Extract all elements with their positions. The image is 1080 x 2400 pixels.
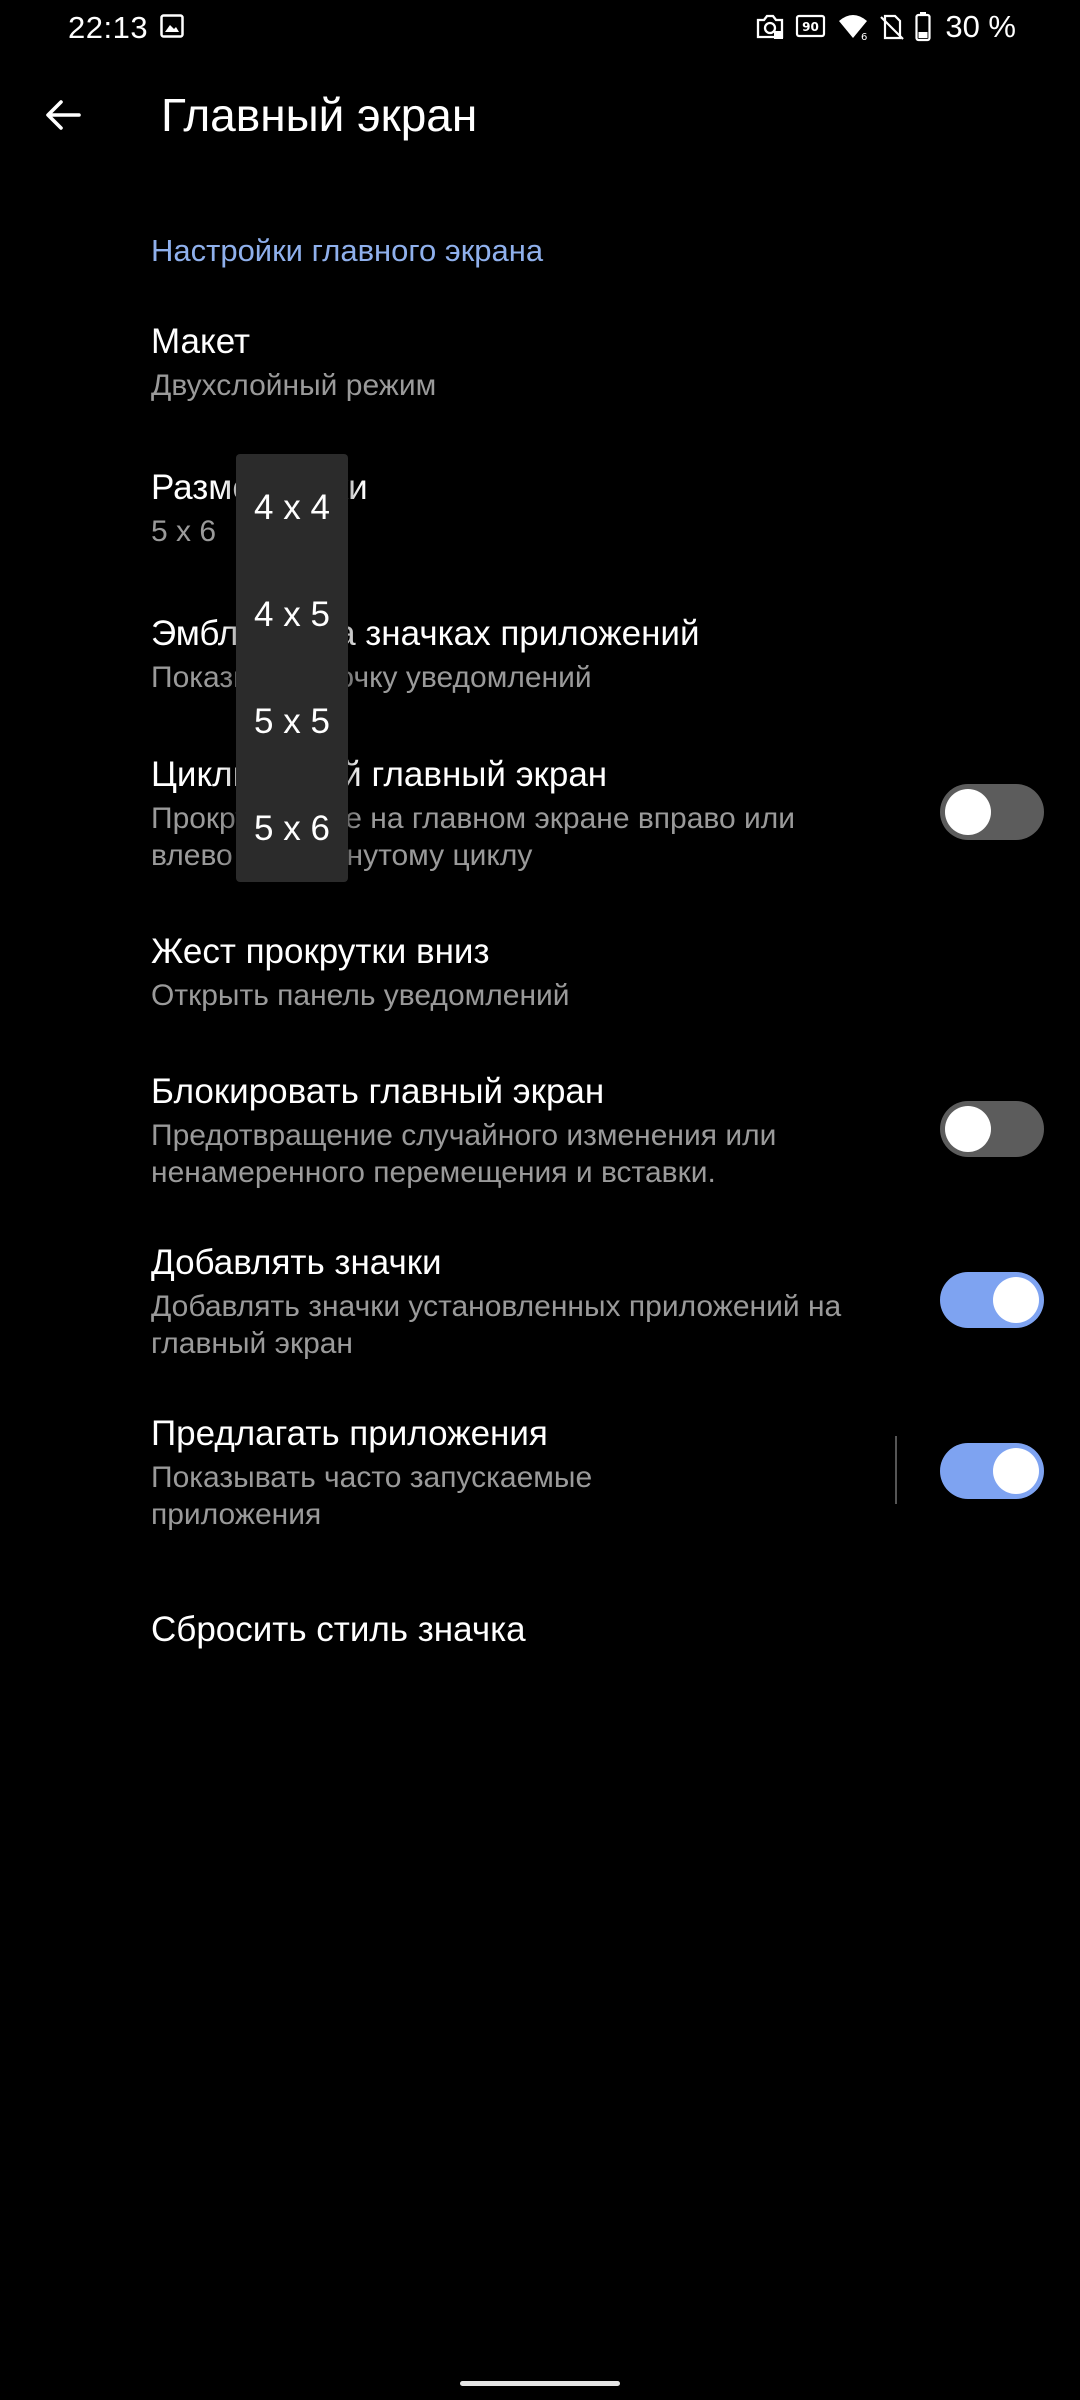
setting-title: Жест прокрутки вниз [151,932,490,971]
setting-summary: Предотвращение случайного изменения или … [151,1119,777,1189]
back-button[interactable] [28,80,98,150]
setting-title: Добавлять значки [151,1243,442,1282]
refresh-rate-label: 90 [802,20,819,34]
toggle-knob [993,1277,1039,1323]
setting-title: Сбросить стиль значка [151,1610,526,1649]
setting-lock-home[interactable]: Блокировать главный экран Предотвращение… [151,1071,871,1191]
setting-summary: Показывать часто запускаемые приложения [151,1461,593,1531]
refresh-rate-icon: 90 [795,13,827,41]
wifi-icon: 6 [837,13,869,41]
setting-title: Предлагать приложения [151,1414,548,1453]
nav-gesture-handle[interactable] [460,2381,620,2386]
setting-swipe-down[interactable]: Жест прокрутки вниз Открыть панель уведо… [151,931,911,1014]
toggle-knob [945,789,991,835]
grid-option-4x5[interactable]: 4 x 5 [236,561,348,668]
status-bar: 22:13 90 6 30 % [0,0,1080,54]
arrow-back-icon [46,100,81,130]
toggle-knob [993,1448,1039,1494]
setting-summary: Добавлять значки установленных приложени… [151,1290,842,1360]
setting-title: Макет [151,322,251,361]
setting-title: Блокировать главный экран [151,1072,605,1111]
battery-percent: 30 % [945,9,1016,44]
toggle-knob [945,1106,991,1152]
status-time: 22:13 [68,10,149,45]
screenshot-icon [755,13,785,41]
setting-suggest-apps[interactable]: Предлагать приложения Показывать часто з… [151,1413,871,1533]
setting-summary: Двухслойный режим [151,369,437,402]
grid-option-5x6[interactable]: 5 x 6 [236,775,348,882]
battery-icon [915,12,931,42]
add-icons-toggle[interactable] [940,1272,1044,1328]
svg-text:6: 6 [861,32,867,41]
grid-size-dropdown: 4 x 4 4 x 5 5 x 5 5 x 6 [236,454,348,882]
lock-home-toggle[interactable] [940,1101,1044,1157]
setting-layout[interactable]: Макет Двухслойный режим [151,321,911,404]
suggest-apps-toggle[interactable] [940,1443,1044,1499]
setting-reset-icon-style[interactable]: Сбросить стиль значка [151,1609,911,1651]
divider [895,1436,897,1504]
grid-option-5x5[interactable]: 5 x 5 [236,668,348,775]
no-sim-icon [879,13,905,41]
loop-home-toggle[interactable] [940,784,1044,840]
page-title: Главный экран [161,89,478,141]
setting-add-icons[interactable]: Добавлять значки Добавлять значки устано… [151,1242,871,1362]
setting-summary: Открыть панель уведомлений [151,979,570,1012]
grid-option-4x4[interactable]: 4 x 4 [236,454,348,561]
status-icons: 90 6 30 % [755,9,1016,44]
section-header: Настройки главного экрана [151,233,544,268]
gallery-icon [160,14,184,38]
